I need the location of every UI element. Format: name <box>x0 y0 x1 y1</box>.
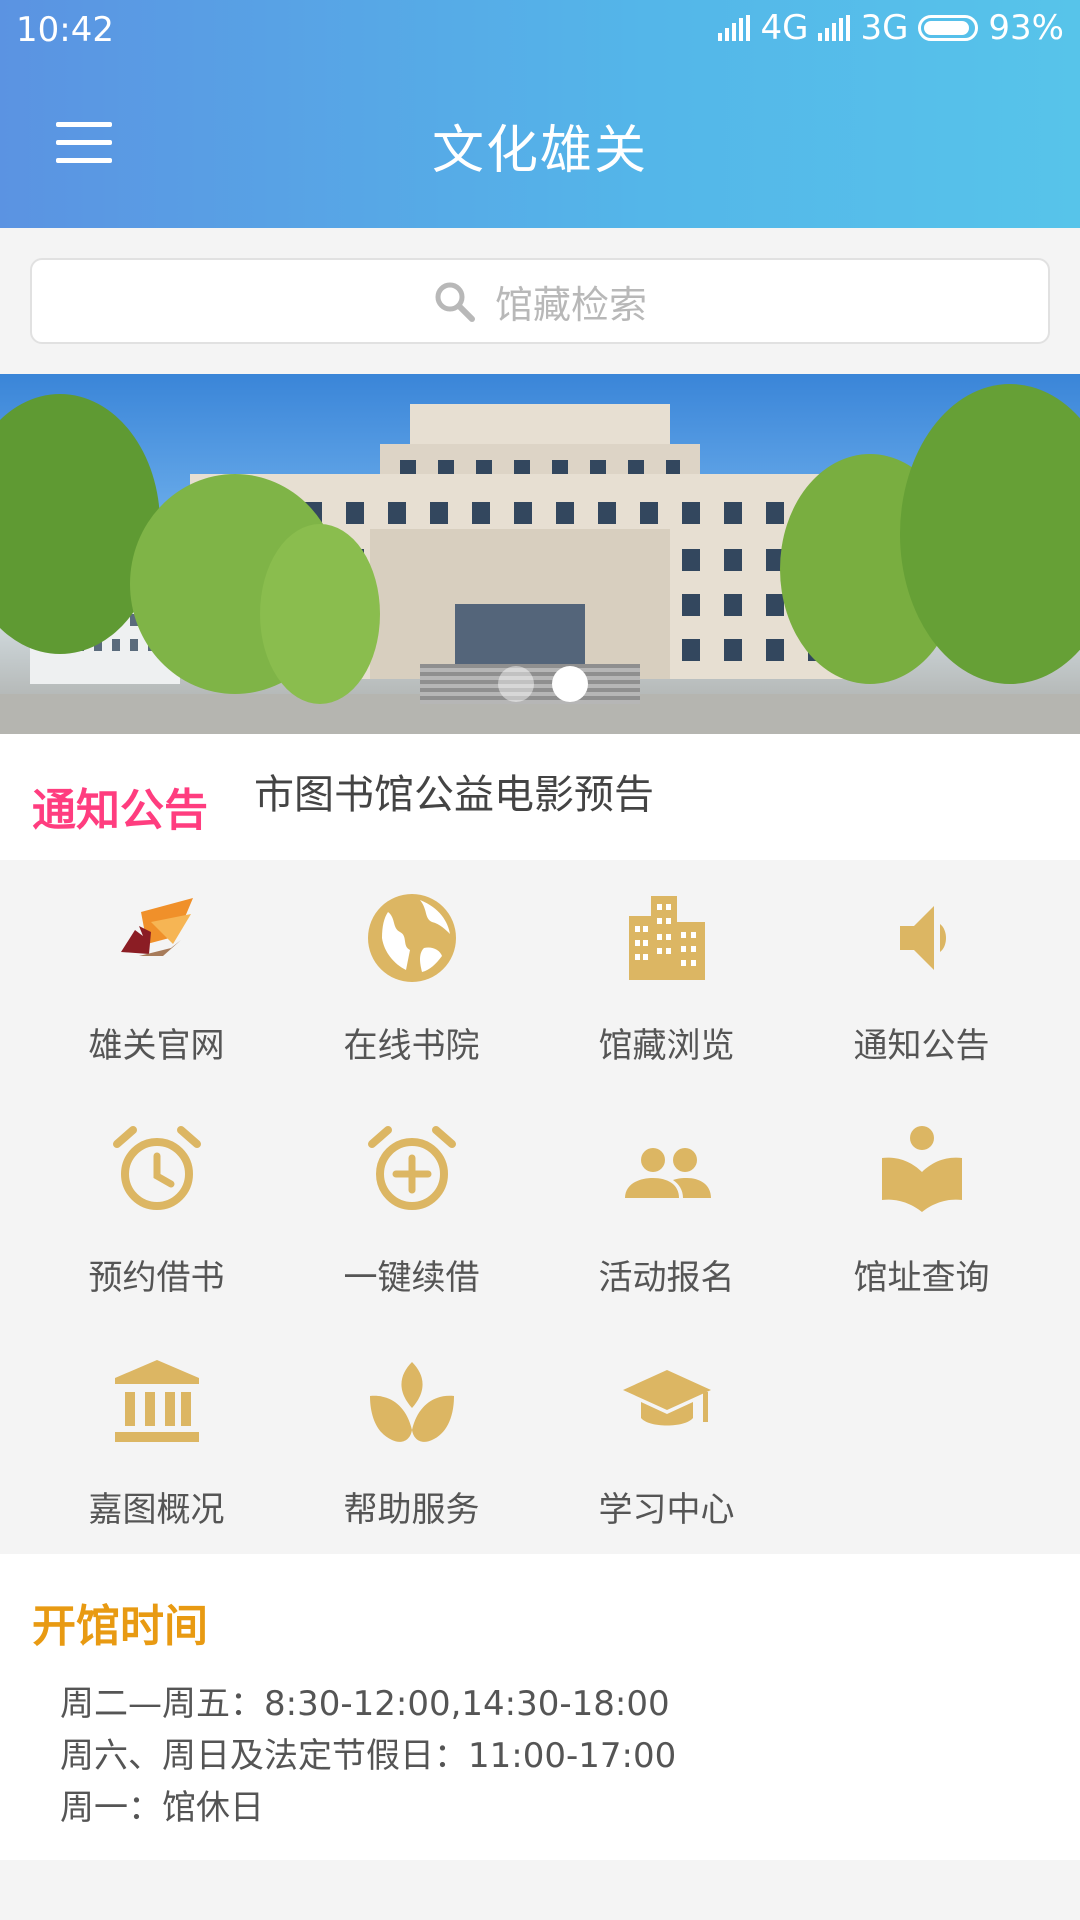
notice-headline-link[interactable]: 市图书馆公益电影预告 <box>254 762 654 820</box>
grid-item-label: 馆址查询 <box>853 1258 990 1298</box>
grid-item-label: 雄关官网 <box>88 1026 225 1066</box>
hours-line: 周一：馆休日 <box>60 1788 264 1828</box>
network-type-1: 4G <box>760 8 809 48</box>
speaker-icon <box>900 906 946 970</box>
grid-item-learning-center[interactable]: 学习中心 <box>539 1324 794 1530</box>
signal-icon-2 <box>818 15 851 41</box>
status-indicators: 4G 3G 93% <box>718 8 1064 48</box>
grid-item-label: 通知公告 <box>853 1026 990 1066</box>
status-bar: 10:42 4G 3G 93% <box>0 0 1080 62</box>
grid-item-label: 活动报名 <box>598 1258 735 1298</box>
network-type-2: 3G <box>860 8 909 48</box>
page-title: 文化雄关 <box>431 121 648 181</box>
grid-item-reserve-book[interactable]: 预约借书 <box>29 1092 284 1298</box>
search-input[interactable]: 馆藏检索 <box>30 258 1050 344</box>
logo-leaf-icon <box>121 898 193 956</box>
grid-item-collection-browse[interactable]: 馆藏浏览 <box>539 860 794 1066</box>
grid-item-help-service[interactable]: 帮助服务 <box>284 1324 539 1530</box>
grid-item-label: 馆藏浏览 <box>598 1026 735 1066</box>
opening-hours-section: 开馆时间 周二—周五：8:30-12:00,14:30-18:00 周六、周日及… <box>0 1554 1080 1860</box>
carousel-dot-1[interactable] <box>498 666 534 702</box>
grid-item-label: 预约借书 <box>88 1258 225 1298</box>
graduation-cap-icon <box>623 1370 711 1426</box>
hours-line: 周二—周五：8:30-12:00,14:30-18:00 <box>60 1684 670 1724</box>
globe-icon <box>368 894 456 982</box>
grid-item-label: 在线书院 <box>343 1026 480 1066</box>
lotus-icon <box>370 1362 454 1442</box>
opening-hours-title: 开馆时间 <box>32 1601 208 1652</box>
grid-item-event-signup[interactable]: 活动报名 <box>539 1092 794 1298</box>
grid-item-notices[interactable]: 通知公告 <box>794 860 1049 1066</box>
banner-tree <box>260 524 380 704</box>
grid-item-label: 帮助服务 <box>343 1490 480 1530</box>
reading-person-icon <box>882 1126 962 1212</box>
battery-icon <box>918 15 979 41</box>
banner-carousel[interactable] <box>0 374 1080 734</box>
search-icon <box>435 282 475 322</box>
grid-item-label: 嘉图概况 <box>88 1490 225 1530</box>
building-icon <box>629 896 705 980</box>
feature-grid: 雄关官网 在线书院 馆藏浏览 通知公告 预约借书 一键续借 活动报名 馆址查询 … <box>0 860 1080 1554</box>
hours-line: 周六、周日及法定节假日：11:00-17:00 <box>60 1736 677 1776</box>
alarm-add-icon <box>368 1126 456 1210</box>
search-placeholder: 馆藏检索 <box>494 282 647 327</box>
grid-item-official-site[interactable]: 雄关官网 <box>29 860 284 1066</box>
grid-item-label: 一键续借 <box>343 1258 480 1298</box>
status-time: 10:42 <box>16 10 114 50</box>
carousel-dot-2[interactable] <box>552 666 588 702</box>
battery-level: 93% <box>988 8 1064 48</box>
grid-item-renew[interactable]: 一键续借 <box>284 1092 539 1298</box>
grid-item-library-overview[interactable]: 嘉图概况 <box>29 1324 284 1530</box>
bank-icon <box>115 1360 199 1442</box>
notice-bar: 通知公告 市图书馆公益电影预告 <box>0 734 1080 860</box>
people-icon <box>625 1148 711 1198</box>
grid-item-location[interactable]: 馆址查询 <box>794 1092 1049 1298</box>
grid-item-label: 学习中心 <box>598 1490 735 1530</box>
app-header: 10:42 4G 3G 93% 文化雄关 <box>0 0 1080 228</box>
notice-label: 通知公告 <box>32 785 208 836</box>
signal-icon <box>718 15 751 41</box>
opening-hours-list: 周二—周五：8:30-12:00,14:30-18:00 周六、周日及法定节假日… <box>60 1678 676 1834</box>
carousel-dots <box>498 666 588 702</box>
alarm-clock-icon <box>113 1126 201 1210</box>
search-section: 馆藏检索 <box>0 228 1080 374</box>
grid-item-online-academy[interactable]: 在线书院 <box>284 860 539 1066</box>
